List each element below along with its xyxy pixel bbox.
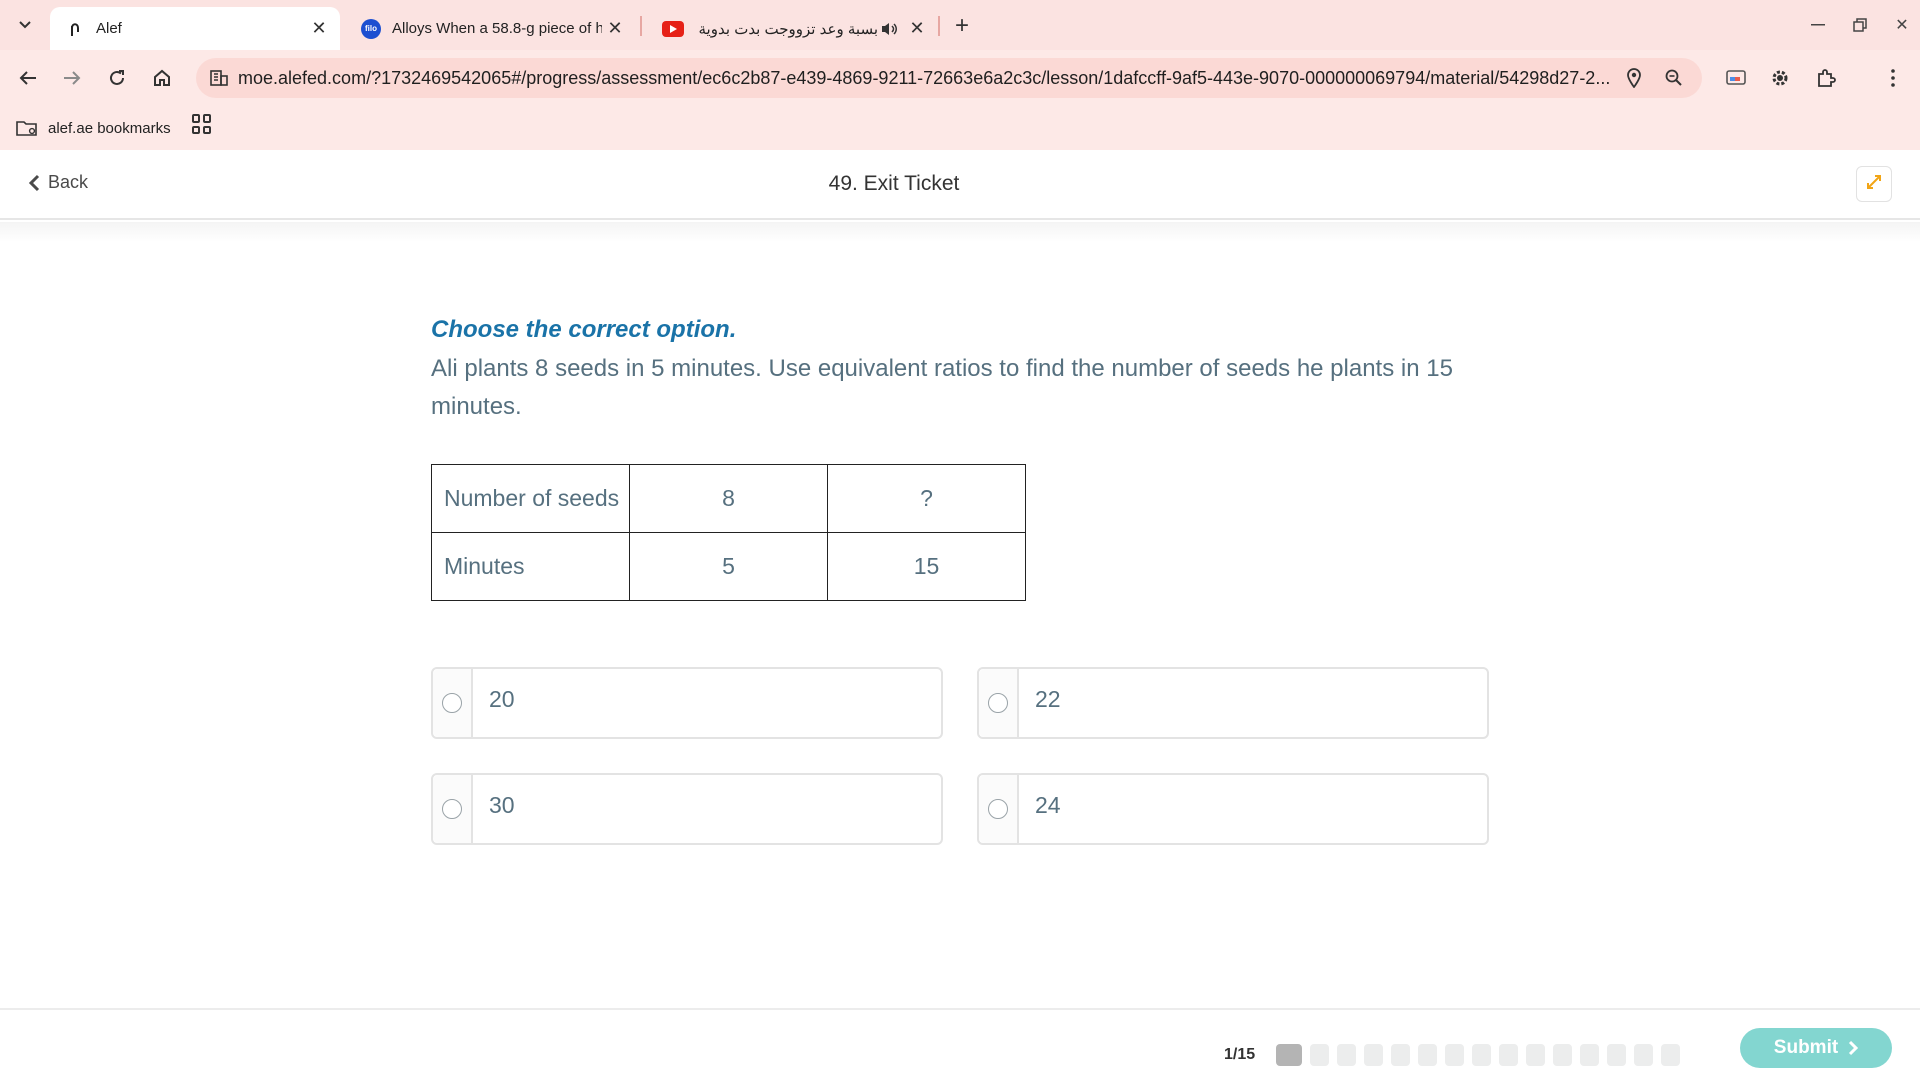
radio-cell[interactable]: [979, 669, 1019, 737]
expand-arrows-icon: [1865, 173, 1883, 196]
radio-cell[interactable]: [433, 669, 473, 737]
progress-step[interactable]: [1445, 1044, 1464, 1066]
bookmark-label: alef.ae bookmarks: [48, 119, 171, 137]
progress-step[interactable]: [1364, 1044, 1383, 1066]
answer-option-c[interactable]: 30: [431, 773, 943, 845]
forward-arrow-icon[interactable]: [54, 60, 90, 96]
close-window-icon[interactable]: ✕: [1884, 10, 1920, 40]
header-shadow: [0, 222, 1920, 242]
question-progress: [1276, 1044, 1680, 1066]
browser-tab-bar: Alef ✕ filo Alloys When a 58.8-g piece o…: [0, 0, 1920, 50]
tab-separator: [640, 16, 642, 36]
alef-favicon-icon: [64, 18, 86, 40]
table-cell: Minutes: [431, 532, 630, 601]
answer-option-d[interactable]: 24: [977, 773, 1489, 845]
fullscreen-button[interactable]: [1856, 166, 1892, 202]
new-tab-plus-icon[interactable]: +: [948, 12, 976, 40]
radio-button[interactable]: [442, 693, 462, 713]
speaker-icon[interactable]: [878, 18, 900, 40]
progress-step[interactable]: [1337, 1044, 1356, 1066]
page-title: 49. Exit Ticket: [828, 172, 960, 195]
location-pin-icon[interactable]: [1614, 68, 1654, 88]
tab-filo[interactable]: filo Alloys When a 58.8-g piece of h ✕: [346, 7, 636, 50]
apps-grid-icon[interactable]: [192, 114, 212, 134]
close-icon[interactable]: ✕: [602, 16, 628, 42]
minimize-icon[interactable]: [1800, 10, 1836, 40]
restore-icon[interactable]: [1842, 10, 1878, 40]
extensions-puzzle-icon[interactable]: [1808, 60, 1844, 96]
question-instruction: Choose the correct option.: [431, 316, 737, 343]
zoom-icon[interactable]: [1654, 69, 1694, 87]
question-counter: 1/15: [1224, 1046, 1256, 1063]
option-label: 24: [1035, 791, 1061, 818]
radio-cell[interactable]: [433, 775, 473, 843]
progress-step[interactable]: [1634, 1044, 1653, 1066]
progress-step[interactable]: [1553, 1044, 1572, 1066]
browser-toolbar: moe.alefed.com/?1732469542065#/progress/…: [0, 50, 1920, 106]
table-cell: 15: [827, 532, 1026, 601]
chevron-right-icon: [1848, 1040, 1859, 1056]
option-label: 22: [1035, 685, 1061, 712]
folder-icon: [16, 120, 38, 136]
progress-step[interactable]: [1607, 1044, 1626, 1066]
table-cell: 5: [629, 532, 828, 601]
table-cell: ?: [827, 464, 1026, 533]
address-bar[interactable]: moe.alefed.com/?1732469542065#/progress/…: [196, 58, 1702, 98]
answer-option-b[interactable]: 22: [977, 667, 1489, 739]
reload-icon[interactable]: [99, 60, 135, 96]
site-info-icon[interactable]: [204, 70, 234, 86]
tab-title: Alloys When a 58.8-g piece of h: [392, 20, 602, 37]
lesson-header: Back 49. Exit Ticket: [0, 150, 1920, 220]
assessment-footer: 1/15 Submit: [0, 1008, 1920, 1080]
extension-gear-icon[interactable]: [1762, 60, 1798, 96]
submit-button[interactable]: Submit: [1740, 1028, 1892, 1068]
more-menu-icon[interactable]: [1875, 60, 1911, 96]
close-icon[interactable]: ✕: [904, 16, 930, 42]
progress-step[interactable]: [1580, 1044, 1599, 1066]
youtube-icon: [662, 18, 684, 40]
answer-option-a[interactable]: 20: [431, 667, 943, 739]
radio-cell[interactable]: [979, 775, 1019, 843]
tab-separator: [938, 16, 940, 36]
progress-step[interactable]: [1661, 1044, 1680, 1066]
close-icon[interactable]: ✕: [306, 16, 332, 42]
ratio-table: Number of seeds 8 ? Minutes 5 15: [431, 464, 1026, 601]
url-text: moe.alefed.com/?1732469542065#/progress/…: [238, 67, 1611, 88]
submit-label: Submit: [1773, 1037, 1839, 1058]
progress-step[interactable]: [1472, 1044, 1491, 1066]
option-label: 30: [489, 791, 515, 818]
back-arrow-icon[interactable]: [10, 60, 46, 96]
cast-icon[interactable]: [1718, 60, 1754, 96]
bookmark-folder[interactable]: alef.ae bookmarks: [16, 114, 171, 142]
bookmarks-bar: alef.ae bookmarks: [0, 106, 1920, 150]
progress-step[interactable]: [1499, 1044, 1518, 1066]
table-cell: Number of seeds: [431, 464, 630, 533]
question-text: Ali plants 8 seeds in 5 minutes. Use equ…: [431, 355, 1453, 420]
progress-step[interactable]: [1418, 1044, 1437, 1066]
tab-title: Alef: [96, 20, 122, 37]
home-icon[interactable]: [144, 60, 180, 96]
table-cell: 8: [629, 464, 828, 533]
table-row: Minutes 5 15: [431, 532, 1026, 601]
progress-step[interactable]: [1526, 1044, 1545, 1066]
radio-button[interactable]: [988, 799, 1008, 819]
radio-button[interactable]: [442, 799, 462, 819]
tab-youtube[interactable]: بسبة وعد تزووجت بدت بدوية ✕: [648, 7, 938, 50]
radio-button[interactable]: [988, 693, 1008, 713]
progress-step[interactable]: [1276, 1044, 1302, 1066]
progress-step[interactable]: [1310, 1044, 1329, 1066]
filo-icon: filo: [360, 18, 382, 40]
option-label: 20: [489, 685, 515, 712]
tab-title: بسبة وعد تزووجت بدت بدوية: [698, 20, 878, 38]
table-row: Number of seeds 8 ?: [431, 464, 1026, 533]
progress-step[interactable]: [1391, 1044, 1410, 1066]
tab-search-chevron-icon[interactable]: [10, 8, 40, 42]
tab-alef[interactable]: Alef ✕: [50, 7, 340, 50]
